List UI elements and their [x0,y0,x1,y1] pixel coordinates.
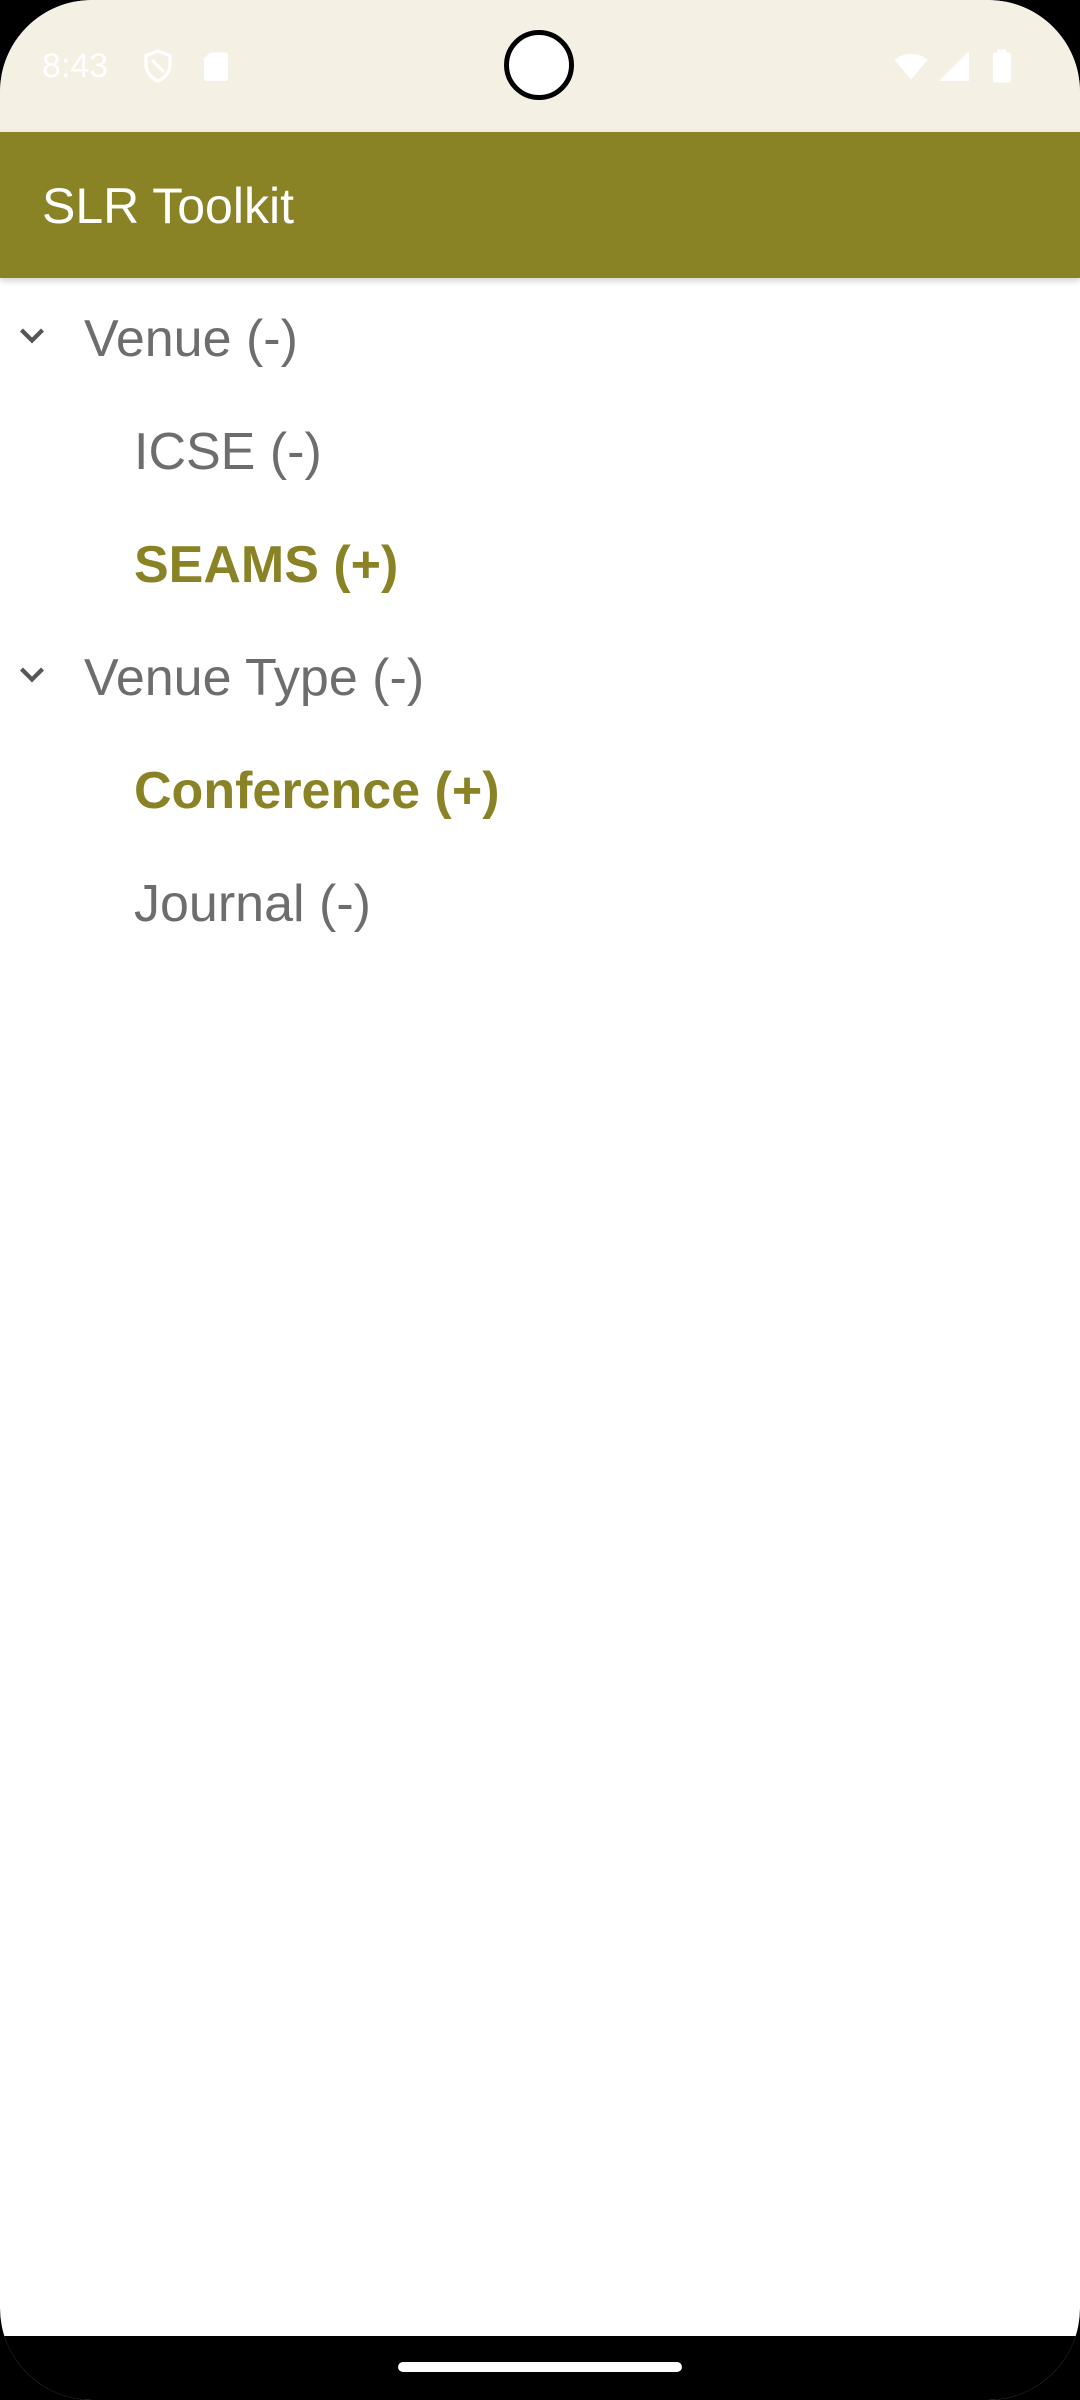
signal-icon [939,51,969,81]
status-bar: 8:43 [0,0,1080,132]
tree-group-venue[interactable]: Venue (-) [0,280,1080,393]
tree-group-venue-type[interactable]: Venue Type (-) [0,619,1080,732]
tree-item-label: Conference (+) [134,762,500,820]
home-gesture-handle[interactable] [398,2362,682,2372]
tree-item-label: Journal (-) [134,875,371,933]
app-title: SLR Toolkit [42,178,294,234]
battery-icon [993,49,1011,83]
tree-item-seams[interactable]: SEAMS (+) [0,506,1080,619]
status-time: 8:43 [42,47,109,85]
chevron-down-icon[interactable] [14,657,50,693]
navigation-bar [0,2336,1080,2400]
shield-icon [144,49,172,83]
chevron-down-icon[interactable] [14,318,50,354]
tree-item-label: ICSE (-) [134,423,322,481]
tree-item-journal[interactable]: Journal (-) [0,845,1080,958]
sd-card-icon [204,52,228,81]
app-bar: SLR Toolkit [0,132,1080,278]
tree-group-label: Venue (-) [84,310,298,368]
front-camera [504,30,574,100]
tree-item-icse[interactable]: ICSE (-) [0,393,1080,506]
tree-group-label: Venue Type (-) [84,649,425,707]
tree-item-conference[interactable]: Conference (+) [0,732,1080,845]
phone-screen: 8:43 SLR Toolkit Venue (-) ICSE (-) SEAM… [0,0,1080,2400]
wifi-icon [894,53,928,80]
tree-item-label: SEAMS (+) [134,536,399,594]
facet-tree: Venue (-) ICSE (-) SEAMS (+) Venue Type … [0,280,1080,958]
